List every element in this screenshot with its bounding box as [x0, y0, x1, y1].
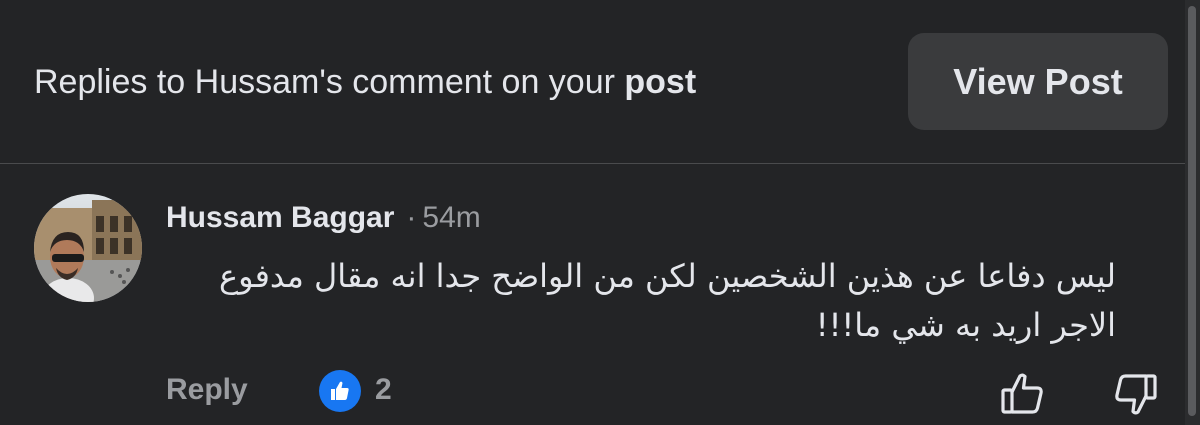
reaction-count[interactable]: 2	[375, 373, 392, 407]
replies-header: Replies to Hussam's comment on your post…	[0, 0, 1185, 163]
scrollbar[interactable]	[1185, 0, 1200, 425]
header-title-prefix: Replies to Hussam's comment on your	[34, 63, 625, 101]
comment-text: ليس دفاعا عن هذين الشخصين لكن من الواضح …	[218, 257, 1116, 344]
like-icon[interactable]	[319, 370, 361, 412]
scrollbar-thumb[interactable]	[1188, 6, 1196, 416]
reply-button[interactable]: Reply	[166, 373, 248, 407]
view-post-button[interactable]: View Post	[908, 33, 1168, 130]
author-name[interactable]: Hussam Baggar	[166, 201, 394, 234]
post-link[interactable]: post	[624, 63, 696, 101]
comment-timestamp: 54m	[422, 201, 481, 234]
header-title: Replies to Hussam's comment on your post	[34, 62, 696, 102]
thumbs-down-icon[interactable]	[1110, 369, 1160, 419]
profile-photo-icon	[34, 194, 142, 302]
thumbs-up-icon[interactable]	[998, 369, 1048, 419]
replies-page: Replies to Hussam's comment on your post…	[0, 0, 1200, 425]
like-thumb-glyph	[331, 381, 349, 400]
separator-dot: ·	[406, 201, 417, 234]
header-divider	[0, 163, 1185, 164]
comment-author-line: Hussam Baggar · 54m	[166, 200, 481, 236]
avatar[interactable]	[34, 194, 142, 302]
